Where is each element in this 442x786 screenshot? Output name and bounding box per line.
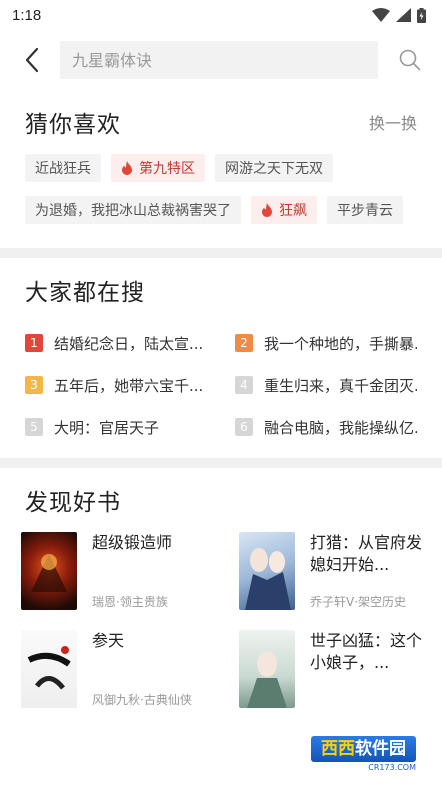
rank-badge: 6 bbox=[235, 418, 253, 436]
book-cover bbox=[21, 532, 77, 610]
back-arrow-icon bbox=[25, 47, 39, 73]
fire-icon bbox=[121, 161, 133, 175]
book-meta: 风御九秋·古典仙侠 bbox=[92, 693, 192, 707]
guess-you-like-section: 猜你喜欢 换一换 近战狂兵 第九特区 网游之天下无双 为退婚，我把冰山总裁祸害哭… bbox=[0, 90, 442, 248]
search-button[interactable] bbox=[392, 42, 428, 78]
watermark-text-a: 西西 bbox=[321, 739, 355, 759]
book-info: 打猎：从官府发媳妇开始... 乔子轩V·架空历史 bbox=[310, 532, 424, 610]
status-bar: 1:18 bbox=[0, 0, 442, 30]
rank-badge: 2 bbox=[235, 334, 253, 352]
refresh-button[interactable]: 换一换 bbox=[369, 110, 417, 134]
search-icon bbox=[399, 49, 421, 71]
trending-header: 大家都在搜 bbox=[25, 258, 417, 322]
watermark-logo: 西西软件园 CR173.COM bbox=[242, 734, 422, 774]
section-title: 猜你喜欢 bbox=[25, 112, 121, 138]
section-title: 大家都在搜 bbox=[25, 280, 145, 306]
search-tag[interactable]: 网游之天下无双 bbox=[215, 154, 333, 182]
trending-item[interactable]: 4 重生归来，真千金团灭... bbox=[235, 364, 417, 406]
tag-label: 平步青云 bbox=[337, 203, 393, 219]
rank-badge: 5 bbox=[25, 418, 43, 436]
trending-item[interactable]: 3 五年后，她带六宝千... bbox=[25, 364, 235, 406]
search-tag[interactable]: 为退婚，我把冰山总裁祸害哭了 bbox=[25, 196, 241, 224]
watermark-badge: 西西软件园 CR173.COM bbox=[311, 736, 416, 772]
discover-section: 发现好书 超级锻造师 瑞恩·领主贵族 打猎：从官府发媳妇开始... 乔子轩V·架… bbox=[0, 468, 442, 712]
book-info: 世子凶猛：这个小娘子，... bbox=[310, 630, 424, 708]
watermark-sub: CR173.COM bbox=[368, 763, 416, 772]
guess-you-like-header: 猜你喜欢 换一换 bbox=[25, 90, 417, 154]
trending-list: 1 结婚纪念日，陆太宣... 2 我一个种地的，手撕暴... 3 五年后，她带六宝千.… bbox=[25, 322, 417, 458]
book-title: 世子凶猛：这个小娘子，... bbox=[310, 631, 423, 672]
hot-search-tag[interactable]: 第九特区 bbox=[111, 154, 205, 182]
tag-list: 近战狂兵 第九特区 网游之天下无双 为退婚，我把冰山总裁祸害哭了 狂飙 平步青云 bbox=[25, 154, 417, 248]
trending-item[interactable]: 6 融合电脑，我能操纵亿... bbox=[235, 406, 417, 448]
book-meta: 乔子轩V·架空历史 bbox=[310, 595, 407, 609]
search-header bbox=[0, 30, 442, 90]
book-card[interactable]: 参天 风御九秋·古典仙侠 bbox=[21, 630, 239, 712]
search-input[interactable] bbox=[72, 50, 378, 70]
trending-title: 结婚纪念日，陆太宣... bbox=[54, 334, 204, 353]
watermark-text: 西西软件园 bbox=[311, 736, 416, 762]
section-title: 发现好书 bbox=[25, 490, 121, 516]
status-icons bbox=[372, 7, 426, 23]
trending-title: 融合电脑，我能操纵亿... bbox=[264, 418, 417, 437]
tag-label: 第九特区 bbox=[139, 161, 195, 177]
book-card[interactable]: 打猎：从官府发媳妇开始... 乔子轩V·架空历史 bbox=[239, 532, 424, 614]
watermark-text-b: 软件园 bbox=[355, 739, 406, 759]
book-card[interactable]: 超级锻造师 瑞恩·领主贵族 bbox=[21, 532, 239, 614]
rank-badge: 1 bbox=[25, 334, 43, 352]
trending-title: 重生归来，真千金团灭... bbox=[264, 376, 417, 395]
book-title: 参天 bbox=[92, 631, 125, 650]
book-info: 参天 风御九秋·古典仙侠 bbox=[92, 630, 192, 708]
back-button[interactable] bbox=[14, 42, 50, 78]
book-cover bbox=[21, 630, 77, 708]
book-info: 超级锻造师 瑞恩·领主贵族 bbox=[92, 532, 172, 610]
book-card[interactable]: 世子凶猛：这个小娘子，... bbox=[239, 630, 424, 712]
section-divider bbox=[0, 458, 442, 468]
book-title: 超级锻造师 bbox=[92, 533, 173, 552]
tag-label: 近战狂兵 bbox=[35, 161, 91, 177]
trending-title: 五年后，她带六宝千... bbox=[54, 376, 204, 395]
trending-title: 我一个种地的，手撕暴... bbox=[264, 334, 417, 353]
search-box[interactable] bbox=[60, 41, 378, 79]
search-tag[interactable]: 近战狂兵 bbox=[25, 154, 101, 182]
fire-icon bbox=[261, 203, 273, 217]
discover-header: 发现好书 bbox=[25, 468, 417, 532]
battery-icon bbox=[417, 7, 426, 23]
trending-item[interactable]: 2 我一个种地的，手撕暴... bbox=[235, 322, 417, 364]
rank-badge: 3 bbox=[25, 376, 43, 394]
tag-label: 狂飙 bbox=[279, 203, 307, 219]
hot-search-tag[interactable]: 狂飙 bbox=[251, 196, 317, 224]
wifi-icon bbox=[372, 8, 390, 22]
discover-header-wrap: 发现好书 bbox=[0, 468, 442, 532]
rank-badge: 4 bbox=[235, 376, 253, 394]
book-grid: 超级锻造师 瑞恩·领主贵族 打猎：从官府发媳妇开始... 乔子轩V·架空历史 参… bbox=[0, 532, 442, 712]
trending-title: 大明：官居天子 bbox=[54, 418, 160, 437]
search-tag[interactable]: 平步青云 bbox=[327, 196, 403, 224]
book-title: 打猎：从官府发媳妇开始... bbox=[310, 533, 423, 574]
status-time: 1:18 bbox=[12, 6, 42, 24]
section-divider bbox=[0, 248, 442, 258]
signal-icon bbox=[396, 8, 411, 22]
tag-label: 网游之天下无双 bbox=[225, 161, 323, 177]
tag-label: 为退婚，我把冰山总裁祸害哭了 bbox=[35, 203, 231, 219]
trending-item[interactable]: 1 结婚纪念日，陆太宣... bbox=[25, 322, 235, 364]
trending-section: 大家都在搜 1 结婚纪念日，陆太宣... 2 我一个种地的，手撕暴... 3 五年后，… bbox=[0, 258, 442, 458]
book-cover bbox=[239, 630, 295, 708]
book-meta: 瑞恩·领主贵族 bbox=[92, 595, 168, 609]
book-cover bbox=[239, 532, 295, 610]
trending-item[interactable]: 5 大明：官居天子 bbox=[25, 406, 235, 448]
